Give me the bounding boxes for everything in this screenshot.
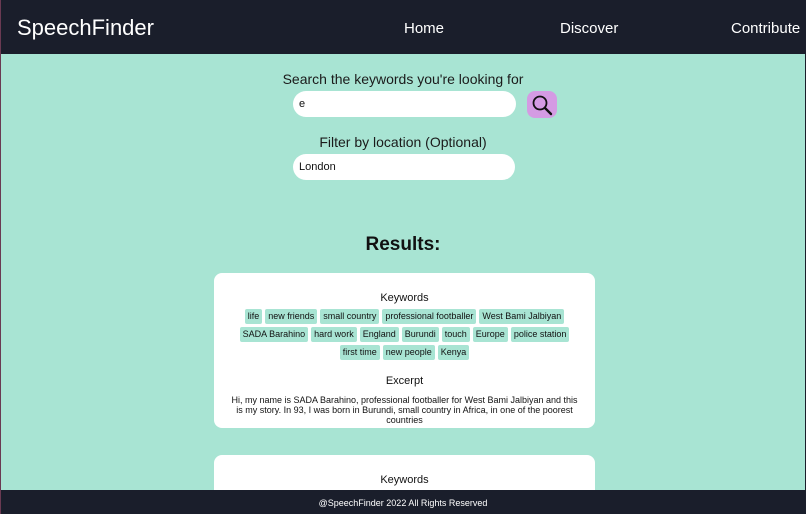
nav-discover-link[interactable]: Discover [560,20,618,37]
search-label: Search the keywords you're looking for [282,71,524,87]
keyword-tag[interactable]: first time [339,345,380,360]
keyword-tag[interactable]: Burundi [401,327,439,342]
location-filter-input[interactable] [293,154,515,180]
keywords-heading: Keywords [380,292,429,304]
keyword-tag-list: life new friends small country professio… [224,309,585,360]
excerpt-heading: Excerpt [385,375,424,387]
keyword-tag[interactable]: SADA Barahino [239,327,309,342]
footer-copyright: @SpeechFinder 2022 All Rights Reserved [318,498,488,508]
keywords-heading: Keywords [380,474,429,486]
nav-home-link[interactable]: Home [404,20,444,37]
keyword-tag[interactable]: police station [510,327,570,342]
keyword-tag[interactable]: West Bami Jalbiyan [479,309,565,324]
excerpt-text: Hi, my name is SADA Barahino, profession… [231,395,578,425]
keyword-tag[interactable]: hard work [311,327,357,342]
nav-contribute-link[interactable]: Contribute [731,20,800,37]
keyword-tag[interactable]: life [244,309,263,324]
keyword-tag[interactable]: small country [320,309,380,324]
keyword-tag[interactable]: England [359,327,399,342]
brand-logo[interactable]: SpeechFinder [17,15,154,41]
footer: @SpeechFinder 2022 All Rights Reserved [1,490,805,513]
top-navbar: SpeechFinder Home Discover Contribute [1,1,805,54]
result-card[interactable]: Keywords life new friends small country … [214,273,595,428]
keyword-tag[interactable]: touch [441,327,470,342]
keyword-search-input[interactable] [293,91,516,117]
keyword-tag[interactable]: Kenya [437,345,470,360]
search-button[interactable] [527,91,557,118]
magnifying-glass-icon [532,95,553,115]
keyword-tag[interactable]: new people [382,345,435,360]
page: SpeechFinder Home Discover Contribute Se… [1,1,805,513]
results-heading: Results: [365,234,441,255]
location-filter-label: Filter by location (Optional) [319,134,487,150]
keyword-tag[interactable]: new friends [265,309,318,324]
keyword-tag[interactable]: Europe [472,327,508,342]
keyword-tag[interactable]: professional footballer [382,309,477,324]
